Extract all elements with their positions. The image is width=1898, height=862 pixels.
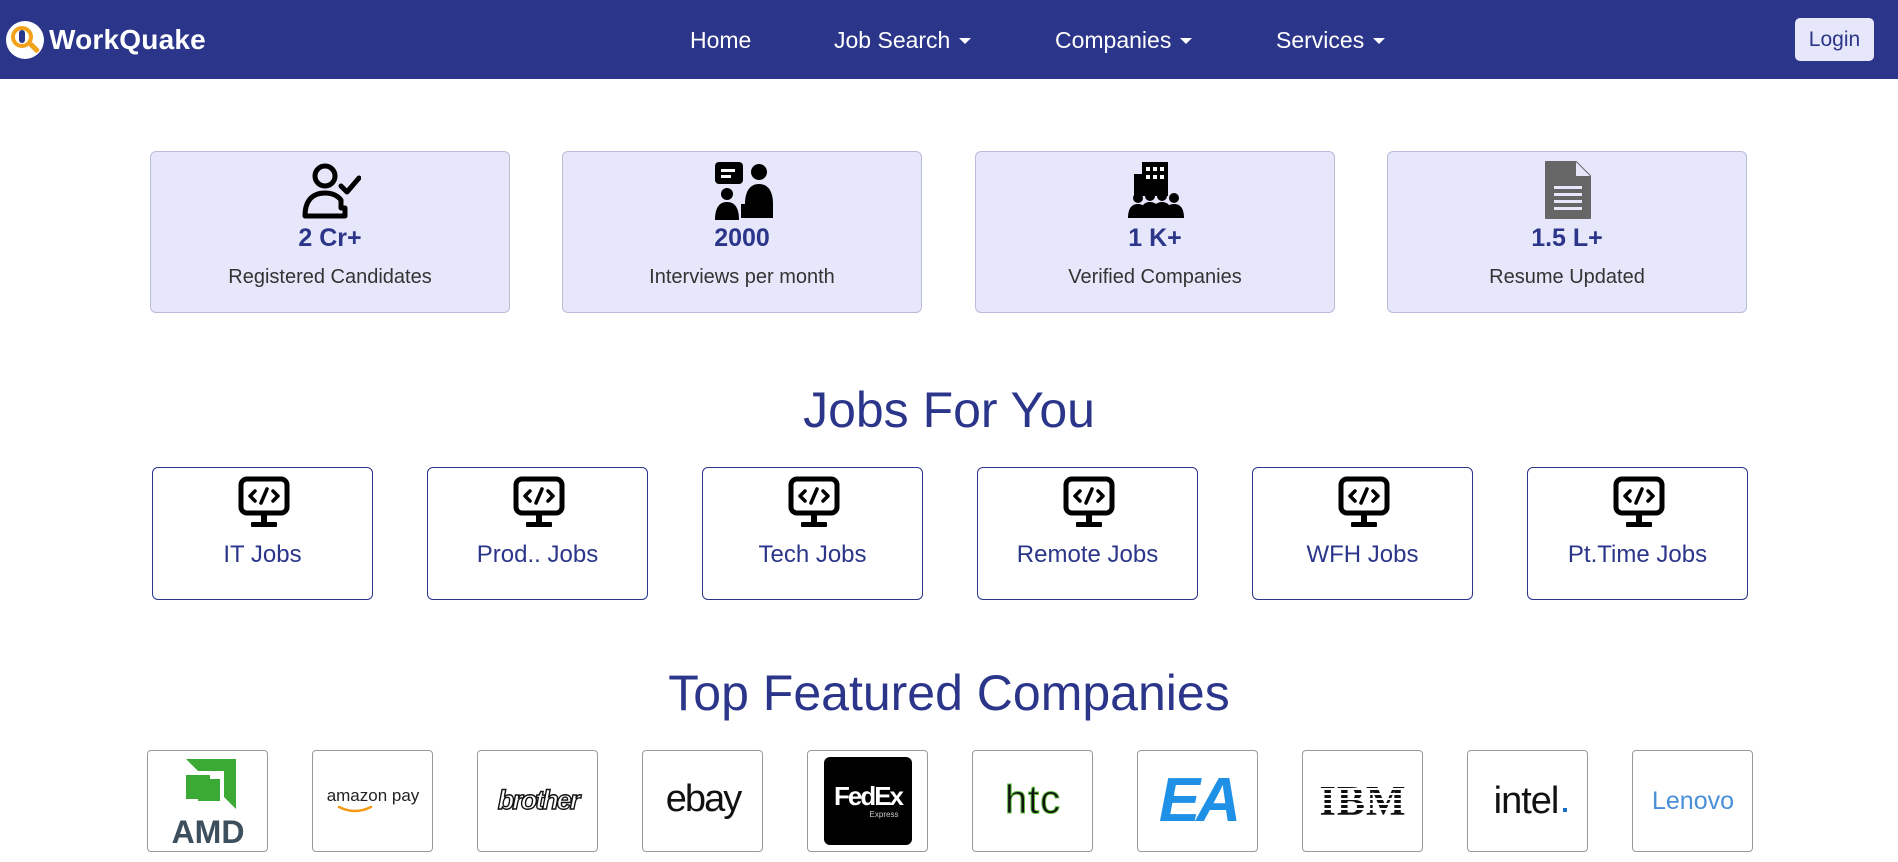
caret-down-icon — [959, 38, 972, 44]
nav-companies-label: Companies — [1055, 26, 1172, 53]
brand-logo-link[interactable]: WorkQuake — [6, 20, 206, 60]
company-logo-text: intel — [1493, 780, 1558, 822]
company-building-icon — [1128, 162, 1184, 218]
stat-card-interviews: 2000 Interviews per month — [562, 151, 922, 313]
company-logo-fedex[interactable]: FedEx Express — [807, 750, 928, 852]
stat-label: Interviews per month — [649, 266, 835, 288]
company-logo-text: ebay — [665, 778, 741, 820]
job-category-wfh[interactable]: WFH Jobs — [1252, 467, 1473, 600]
stat-value: 1.5 L+ — [1531, 224, 1603, 252]
job-category-label: Prod.. Jobs — [476, 541, 599, 568]
user-check-icon — [302, 163, 361, 219]
ea-logo: EA — [1158, 766, 1240, 835]
stat-value: 2000 — [714, 224, 770, 252]
stat-card-resumes: 1.5 L+ Resume Updated — [1387, 151, 1747, 313]
login-button[interactable]: Login — [1795, 18, 1874, 61]
company-logo-text: htc — [1004, 778, 1060, 822]
code-monitor-icon — [1063, 476, 1115, 527]
code-monitor-icon — [1338, 476, 1390, 527]
company-logo-amazon-pay[interactable]: amazon pay — [312, 750, 433, 852]
caret-down-icon — [1373, 38, 1386, 44]
stat-value: 1 K+ — [1128, 224, 1182, 252]
companies-section-title: Top Featured Companies — [668, 665, 1230, 721]
brother-logo: brother — [497, 784, 584, 815]
company-logo-htc[interactable]: htc — [972, 750, 1093, 852]
stat-card-candidates: 2 Cr+ Registered Candidates — [150, 151, 510, 313]
nav-job-search[interactable]: Job Search — [834, 24, 972, 56]
company-logo-brother[interactable]: brother — [477, 750, 598, 852]
company-logo-intel[interactable]: intel — [1467, 750, 1588, 852]
code-monitor-icon — [788, 476, 840, 527]
company-logo-ea[interactable]: EA — [1137, 750, 1258, 852]
job-category-label: IT Jobs — [223, 541, 302, 568]
jobs-section-title: Jobs For You — [803, 382, 1095, 438]
ibm-logo: IBM — [1319, 779, 1406, 825]
company-logo-subtext: Express — [869, 810, 898, 819]
nav-services-label: Services — [1276, 26, 1365, 53]
job-category-it[interactable]: IT Jobs — [152, 467, 373, 600]
company-logo-amd[interactable]: AMD — [147, 750, 268, 852]
stat-label: Resume Updated — [1489, 266, 1645, 288]
nav-job-search-label: Job Search — [834, 26, 951, 53]
htc-logo: htc — [1004, 778, 1060, 823]
code-monitor-icon — [238, 476, 290, 527]
code-monitor-icon — [513, 476, 565, 527]
magnifier-person-logo-icon — [6, 21, 44, 59]
caret-down-icon — [1180, 38, 1193, 44]
company-logo-lenovo[interactable]: Lenovo — [1632, 750, 1753, 852]
nav-companies[interactable]: Companies — [1055, 24, 1193, 56]
job-category-label: Pt.Time Jobs — [1567, 541, 1708, 568]
stat-label: Verified Companies — [1068, 266, 1242, 288]
company-logo-ebay[interactable]: ebay — [642, 750, 763, 852]
company-logo-text: AMD — [171, 814, 244, 849]
company-logo-text: FedEx — [833, 781, 904, 811]
stat-label: Registered Candidates — [228, 266, 432, 288]
nav-services[interactable]: Services — [1276, 24, 1386, 56]
company-logo-text: amazon pay — [326, 786, 419, 805]
job-category-remote[interactable]: Remote Jobs — [977, 467, 1198, 600]
document-icon — [1545, 161, 1591, 219]
ebay-logo: ebay — [665, 778, 743, 820]
job-category-prod[interactable]: Prod.. Jobs — [427, 467, 648, 600]
company-logo-ibm[interactable]: IBM — [1302, 750, 1423, 852]
job-category-tech[interactable]: Tech Jobs — [702, 467, 923, 600]
job-category-label: WFH Jobs — [1306, 541, 1419, 568]
top-navbar: WorkQuake Home Job Search Companies Serv… — [0, 0, 1898, 79]
nav-home[interactable]: Home — [690, 24, 751, 56]
stat-value: 2 Cr+ — [298, 224, 362, 252]
lenovo-logo: Lenovo — [1651, 787, 1733, 815]
company-logo-text: brother — [497, 785, 581, 815]
job-category-label: Remote Jobs — [1016, 541, 1159, 568]
job-category-label: Tech Jobs — [758, 541, 867, 568]
brand-name: WorkQuake — [49, 24, 206, 55]
amd-logo: AMD — [171, 759, 244, 849]
stat-card-companies: 1 K+ Verified Companies — [975, 151, 1335, 313]
amazon-pay-logo: amazon pay — [326, 786, 419, 813]
code-monitor-icon — [1613, 476, 1665, 527]
job-category-part-time[interactable]: Pt.Time Jobs — [1527, 467, 1748, 600]
intel-logo: intel — [1493, 780, 1567, 822]
company-logo-text: EA — [1158, 766, 1236, 835]
interview-icon — [715, 162, 773, 220]
fedex-logo: FedEx Express — [823, 757, 912, 845]
company-logo-text: IBM — [1319, 779, 1406, 825]
company-logo-text: Lenovo — [1651, 787, 1733, 815]
nav-home-label: Home — [690, 26, 752, 53]
